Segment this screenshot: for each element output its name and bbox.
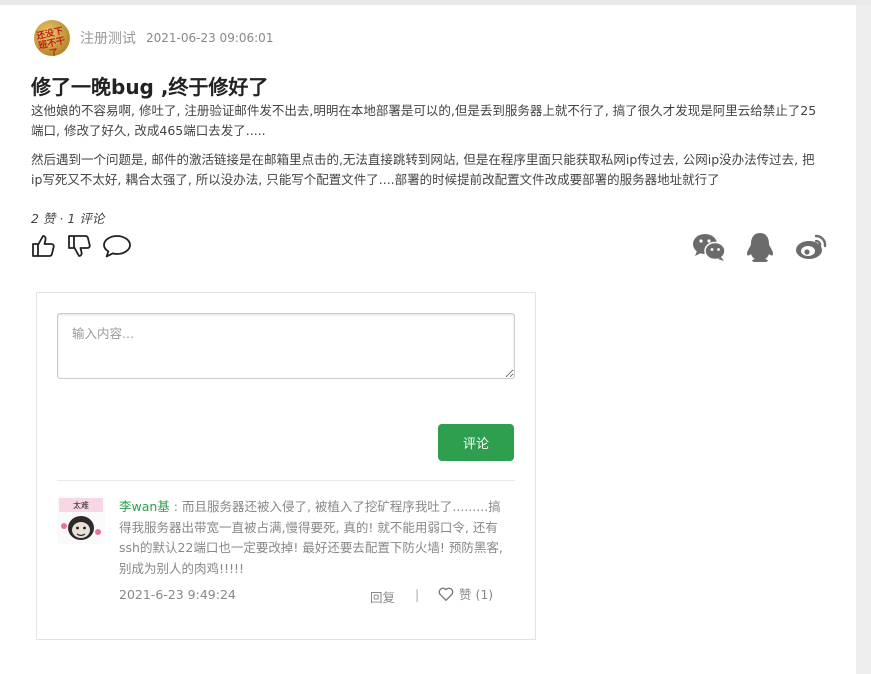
submit-comment-button[interactable]: 评论 — [438, 424, 514, 461]
avatar-caption: 太难 — [73, 500, 89, 510]
post-paragraph: 然后遇到一个问题是, 邮件的激活链接是在邮箱里点击的,无法直接跳转到网站, 但是… — [31, 152, 815, 187]
comment-date: 2021-6-23 9:49:24 — [119, 587, 236, 602]
author-avatar[interactable]: 还没下班不干了 — [34, 20, 70, 56]
comment-like-label: 赞 (1) — [459, 587, 494, 602]
comment-divider — [57, 480, 515, 481]
post-actions — [30, 233, 132, 259]
commenter-avatar[interactable]: 太难 — [57, 496, 105, 544]
thumbs-down-icon[interactable] — [66, 233, 92, 259]
avatar-caption: 还没下班不干了 — [35, 26, 67, 56]
comment-input[interactable] — [57, 313, 515, 379]
post-stats: 2 赞 · 1 评论 — [31, 208, 104, 227]
post-card: 还没下班不干了 注册测试 2021-06-23 09:06:01 修了一晚bug… — [0, 5, 856, 674]
comment-text: : 而且服务器还被入侵了, 被植入了挖矿程序我吐了.........搞得我服务器… — [119, 499, 503, 576]
comment-count: 1 评论 — [67, 211, 105, 226]
commenter-name[interactable]: 李wan基 — [119, 499, 170, 514]
qq-icon[interactable] — [743, 231, 777, 263]
post-title: 修了一晚bug ,终于修好了 — [31, 75, 269, 99]
meme-avatar-image: 太难 — [57, 496, 105, 544]
author-name[interactable]: 注册测试 — [80, 28, 136, 48]
wechat-icon[interactable] — [692, 231, 726, 263]
comment-body: 李wan基 : 而且服务器还被入侵了, 被植入了挖矿程序我吐了.........… — [119, 497, 509, 579]
stats-separator: · — [59, 211, 64, 226]
weibo-icon[interactable] — [794, 231, 828, 263]
like-count: 2 赞 — [31, 211, 56, 226]
share-buttons — [692, 231, 828, 263]
post-paragraph: 这他娘的不容易啊, 修吐了, 注册验证邮件发不出去,明明在本地部署是可以的,但是… — [31, 103, 817, 138]
heart-icon — [438, 587, 454, 601]
comment-bubble-icon[interactable] — [102, 233, 132, 259]
post-author: 还没下班不干了 注册测试 2021-06-23 09:06:01 — [34, 20, 273, 56]
comment-section: 评论 太难 李wan基 : 而且服务器还被入侵了, 被植入了挖矿程序我吐了...… — [36, 292, 536, 640]
post-date: 2021-06-23 09:06:01 — [146, 31, 274, 45]
comment-like-button[interactable]: 赞 (1) — [437, 584, 493, 603]
thumbs-up-icon[interactable] — [30, 233, 56, 259]
reply-button[interactable]: 回复 — [370, 587, 395, 606]
action-separator: | — [415, 587, 420, 602]
